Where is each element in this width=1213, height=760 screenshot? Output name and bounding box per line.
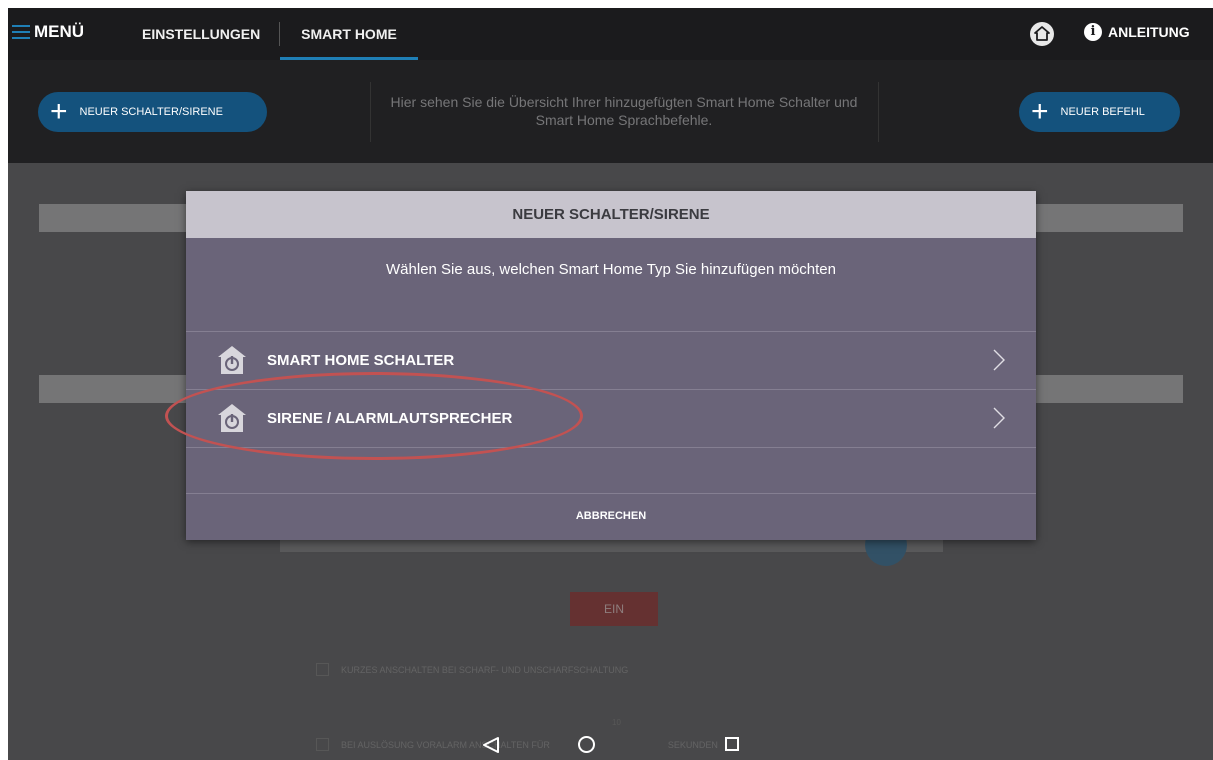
new-switch-siren-label: NEUER SCHALTER/SIRENE [79, 106, 223, 118]
header-band: + NEUER SCHALTER/SIRENE Hier sehen Sie d… [8, 60, 1213, 163]
plus-icon: + [50, 95, 68, 128]
header-description: Hier sehen Sie die Übersicht Ihrer hinzu… [390, 94, 858, 128]
home-icon[interactable] [1030, 22, 1054, 46]
new-switch-dialog: NEUER SCHALTER/SIRENE Wählen Sie aus, we… [186, 191, 1036, 540]
cancel-button[interactable]: ABBRECHEN [186, 493, 1036, 540]
info-icon: i [1084, 23, 1102, 41]
tab-smart-home[interactable]: SMART HOME [280, 8, 418, 60]
menu-label: MENÜ [34, 22, 85, 41]
top-bar: MENÜ EINSTELLUNGEN SMART HOME i ANLEITUN… [8, 8, 1213, 60]
hamburger-icon [12, 25, 30, 39]
header-divider-left [370, 82, 371, 142]
new-command-button[interactable]: + NEUER BEFEHL [1019, 92, 1180, 132]
nav-back-icon[interactable] [482, 736, 500, 754]
smart-home-power-icon [218, 346, 246, 374]
guide-label: ANLEITUNG [1108, 24, 1190, 40]
nav-home-icon[interactable] [578, 736, 595, 753]
option-label: SMART HOME SCHALTER [267, 351, 455, 369]
highlight-ellipse [165, 372, 583, 460]
menu-button[interactable]: MENÜ [12, 22, 84, 42]
chevron-right-icon [993, 407, 1005, 429]
new-switch-siren-button[interactable]: + NEUER SCHALTER/SIRENE [38, 92, 267, 132]
app-screen: MENÜ EINSTELLUNGEN SMART HOME i ANLEITUN… [8, 8, 1213, 760]
nav-recents-icon[interactable] [725, 737, 739, 751]
tab-smart-home-label: SMART HOME [301, 26, 397, 42]
chevron-right-icon [993, 349, 1005, 371]
plus-icon: + [1031, 95, 1049, 128]
new-command-label: NEUER BEFEHL [1060, 106, 1145, 118]
dialog-title: NEUER SCHALTER/SIRENE [186, 191, 1036, 238]
tab-settings[interactable]: EINSTELLUNGEN [142, 8, 260, 60]
dialog-subtitle: Wählen Sie aus, welchen Smart Home Typ S… [386, 261, 836, 278]
guide-button[interactable]: i ANLEITUNG [1084, 23, 1190, 41]
header-divider-right [878, 82, 879, 142]
